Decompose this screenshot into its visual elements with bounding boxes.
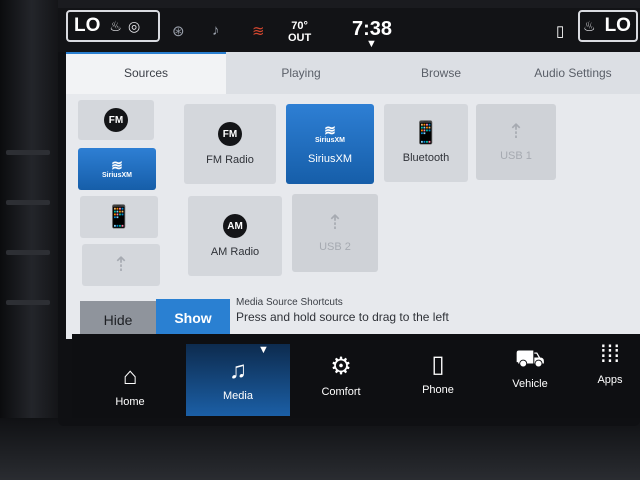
source-usb-2: ⇡ USB 2: [292, 194, 378, 272]
driver-climate-control[interactable]: LO ♨ ◎: [66, 10, 160, 42]
nav-label: Vehicle: [512, 378, 548, 390]
wifi-icon[interactable]: ≋: [252, 22, 265, 40]
nav-vehicle[interactable]: ⛟ Vehicle: [496, 330, 564, 406]
source-usb-1: ⇡ USB 1: [476, 104, 556, 180]
source-label: AM Radio: [210, 246, 260, 258]
am-badge: AM: [223, 214, 247, 238]
source-label: Bluetooth: [402, 152, 450, 164]
phone-audio-icon: 📱: [412, 120, 440, 145]
media-tabs: Sources Playing Browse Audio Settings: [66, 52, 640, 94]
outside-temp-value: 70°: [291, 20, 308, 32]
passenger-temp: LO: [604, 15, 631, 36]
dashboard-bezel-bottom: [0, 418, 640, 480]
fm-badge: FM: [104, 108, 128, 132]
shortcuts-title: Media Source Shortcuts: [236, 297, 343, 308]
car-icon: ⛟: [514, 345, 546, 372]
bottom-nav: ⌂ Home ♫ Media ⚙ Comfort ▯ Phone ⛟ Vehic…: [72, 334, 640, 418]
source-label: SiriusXM: [307, 153, 352, 165]
source-am-radio[interactable]: AM AM Radio: [188, 196, 282, 276]
phone-audio-icon: 📱: [105, 204, 133, 229]
passenger-climate-control[interactable]: ♨ LO: [578, 10, 638, 42]
source-siriusxm[interactable]: ≋ SiriusXM SiriusXM: [286, 104, 374, 184]
nav-label: Phone: [422, 384, 454, 396]
outside-temperature: 70° OUT: [288, 20, 311, 44]
shortcut-usb[interactable]: ⇡: [82, 244, 160, 286]
nav-phone[interactable]: ▯ Phone: [406, 336, 470, 412]
nav-comfort[interactable]: ⚙ Comfort: [306, 338, 376, 414]
usb-icon: ⇡: [507, 121, 525, 143]
media-sources-panel: Sources Playing Browse Audio Settings FM…: [66, 52, 640, 339]
heated-wheel-icon[interactable]: ◎: [125, 18, 143, 35]
usb-icon: ⇡: [112, 254, 130, 276]
chevron-down-icon[interactable]: ▼: [258, 344, 269, 356]
source-label: USB 2: [319, 241, 351, 253]
shortcuts-hint: Press and hold source to drag to the lef…: [236, 310, 449, 324]
source-fm-radio[interactable]: FM FM Radio: [184, 104, 276, 184]
nav-home[interactable]: ⌂ Home: [92, 348, 168, 424]
comfort-icon: ⚙: [330, 353, 352, 380]
nav-label: Media: [223, 390, 253, 402]
shortcut-siriusxm[interactable]: ≋ SiriusXM: [78, 148, 156, 190]
siriusxm-logo: ≋ SiriusXM: [315, 122, 345, 144]
driver-temp: LO: [74, 15, 101, 36]
phone-charging-icon: ▯: [556, 23, 565, 40]
source-label: USB 1: [500, 150, 532, 162]
notification-bell-icon[interactable]: ♪: [212, 22, 220, 39]
hide-shortcuts-button[interactable]: Hide: [80, 301, 156, 338]
tab-audio-settings[interactable]: Audio Settings: [506, 52, 640, 94]
source-label: FM Radio: [206, 154, 254, 166]
music-note-icon: ♫: [229, 357, 247, 384]
nav-label: Home: [115, 396, 145, 408]
siriusxm-logo: ≋ SiriusXM: [102, 157, 132, 179]
phone-icon: ▯: [431, 351, 445, 378]
vent-slat: [6, 300, 50, 305]
passenger-airbag-icon: ⊛: [172, 23, 185, 40]
nav-apps[interactable]: ⁞⁞⁞ Apps: [580, 326, 640, 402]
dashboard-bezel-left: [0, 0, 58, 480]
chevron-down-icon[interactable]: ▼: [366, 38, 377, 50]
usb-icon: ⇡: [326, 212, 344, 234]
fm-badge: FM: [218, 122, 242, 146]
vent-slat: [6, 200, 50, 205]
tab-playing[interactable]: Playing: [226, 52, 376, 94]
heated-seat-icon[interactable]: ♨: [580, 18, 599, 35]
nav-media[interactable]: ♫ Media: [186, 344, 290, 416]
shortcut-fm[interactable]: FM: [78, 100, 154, 140]
tab-sources[interactable]: Sources: [66, 52, 226, 94]
vent-slat: [6, 250, 50, 255]
nav-label: Apps: [597, 374, 623, 386]
outside-temp-label: OUT: [288, 32, 312, 44]
shortcut-bluetooth[interactable]: 📱: [80, 196, 158, 238]
heated-seat-icon[interactable]: ♨: [106, 18, 125, 35]
source-bluetooth[interactable]: 📱 Bluetooth: [384, 104, 468, 182]
home-icon: ⌂: [122, 363, 138, 390]
nav-label: Comfort: [321, 386, 361, 398]
vent-slat: [6, 150, 50, 155]
apps-grid-icon: ⁞⁞⁞: [599, 341, 620, 368]
tab-browse[interactable]: Browse: [376, 52, 506, 94]
show-shortcuts-button[interactable]: Show: [156, 299, 230, 336]
